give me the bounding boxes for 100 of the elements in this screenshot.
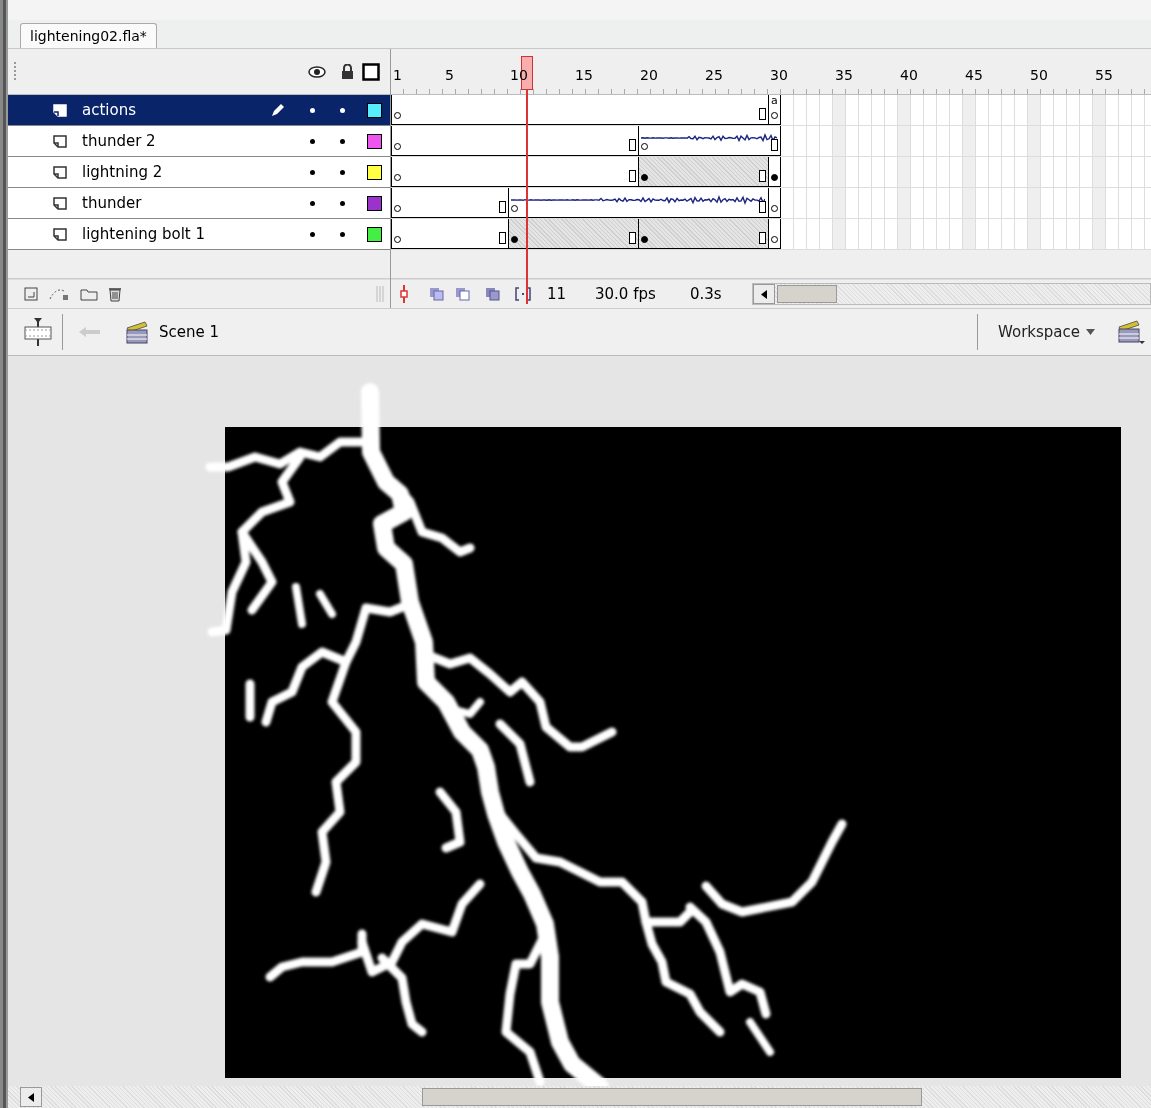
frame-span[interactable] bbox=[768, 188, 781, 218]
keyframe-icon bbox=[511, 236, 518, 243]
end-frame-icon bbox=[629, 139, 636, 151]
layer-color-swatch[interactable] bbox=[367, 133, 382, 149]
document-tab[interactable]: lightening02.fla* bbox=[20, 23, 157, 48]
frame-row[interactable] bbox=[391, 219, 1151, 250]
frame-row[interactable]: a bbox=[391, 95, 1151, 126]
frame-row[interactable] bbox=[391, 126, 1151, 157]
layer-icon bbox=[53, 196, 67, 210]
visible-dot[interactable] bbox=[309, 231, 315, 237]
frame-number: 50 bbox=[1029, 65, 1049, 83]
scroll-left-button[interactable] bbox=[20, 1087, 42, 1107]
trash-icon[interactable] bbox=[108, 286, 122, 302]
outline-icon[interactable] bbox=[362, 62, 380, 81]
edit-multiple-icon[interactable] bbox=[485, 287, 501, 301]
frame-span[interactable] bbox=[391, 157, 638, 187]
layer-icon bbox=[53, 227, 67, 241]
end-frame-icon bbox=[629, 232, 636, 244]
center-frame-icon[interactable] bbox=[399, 285, 409, 303]
onion-skin-icon[interactable] bbox=[429, 287, 445, 301]
visible-dot[interactable] bbox=[309, 107, 315, 113]
left-arrow-icon bbox=[28, 1092, 34, 1102]
lock-dot[interactable] bbox=[339, 231, 345, 237]
visible-dot[interactable] bbox=[309, 200, 315, 206]
layer-name: lightning 2 bbox=[82, 163, 164, 181]
frame-span[interactable]: a bbox=[768, 95, 781, 125]
frame-span[interactable] bbox=[638, 157, 768, 187]
lock-icon[interactable] bbox=[340, 64, 354, 79]
frame-row[interactable] bbox=[391, 188, 1151, 219]
scene-menu-icon[interactable] bbox=[1115, 319, 1145, 345]
keyframe-icon bbox=[394, 112, 401, 119]
folder-icon[interactable] bbox=[80, 287, 98, 301]
frame-row[interactable] bbox=[391, 157, 1151, 188]
layer-row[interactable]: thunder 2 bbox=[8, 126, 390, 157]
frame-number: 55 bbox=[1094, 65, 1114, 83]
scene-name[interactable]: Scene 1 bbox=[159, 323, 220, 341]
lock-dot[interactable] bbox=[339, 138, 345, 144]
keyframe-icon bbox=[394, 236, 401, 243]
left-arrow-icon bbox=[761, 289, 767, 299]
frame-span[interactable] bbox=[638, 126, 781, 156]
frame-number: 45 bbox=[964, 65, 984, 83]
end-frame-icon bbox=[759, 201, 766, 213]
end-frame-icon bbox=[759, 108, 766, 120]
frame-span[interactable] bbox=[391, 219, 508, 249]
eye-icon[interactable] bbox=[308, 65, 326, 78]
stage-scroll-thumb[interactable] bbox=[422, 1088, 922, 1106]
timeline-toggle-icon[interactable] bbox=[24, 317, 52, 347]
clapperboard-icon[interactable] bbox=[125, 320, 149, 344]
layer-row[interactable]: thunder bbox=[8, 188, 390, 219]
end-frame-icon bbox=[629, 170, 636, 182]
gripper-icon[interactable] bbox=[14, 61, 18, 82]
frame-number: 30 bbox=[769, 65, 789, 83]
end-frame-icon bbox=[771, 139, 778, 151]
elapsed-time: 0.3s bbox=[690, 285, 723, 303]
layer-row[interactable]: lightening bolt 1 bbox=[8, 219, 390, 250]
frame-number: 5 bbox=[444, 65, 455, 83]
layer-icon bbox=[53, 103, 67, 117]
layer-row[interactable]: lightning 2 bbox=[8, 157, 390, 188]
keyframe-icon bbox=[641, 174, 648, 181]
layer-color-swatch[interactable] bbox=[367, 226, 382, 242]
lock-dot[interactable] bbox=[339, 107, 345, 113]
keyframe-icon bbox=[394, 205, 401, 212]
resize-handle-icon[interactable] bbox=[376, 286, 384, 302]
layer-row[interactable]: actions bbox=[8, 95, 390, 126]
layer-name: lightening bolt 1 bbox=[82, 225, 206, 243]
onion-outline-icon[interactable] bbox=[455, 287, 471, 301]
visible-dot[interactable] bbox=[309, 138, 315, 144]
keyframe-icon bbox=[394, 143, 401, 150]
frame-span[interactable] bbox=[768, 219, 781, 249]
workspace-menu[interactable]: Workspace bbox=[988, 323, 1105, 341]
layer-color-swatch[interactable] bbox=[367, 164, 382, 180]
visible-dot[interactable] bbox=[309, 169, 315, 175]
new-layer-icon[interactable] bbox=[24, 287, 38, 301]
action-marker: a bbox=[771, 95, 778, 107]
frame-span[interactable] bbox=[508, 188, 768, 218]
lock-dot[interactable] bbox=[339, 200, 345, 206]
frame-number: 1 bbox=[392, 65, 403, 83]
frame-span[interactable] bbox=[391, 95, 768, 125]
lock-dot[interactable] bbox=[339, 169, 345, 175]
frame-span[interactable] bbox=[391, 126, 638, 156]
keyframe-icon bbox=[641, 143, 648, 150]
layer-color-swatch[interactable] bbox=[367, 102, 382, 118]
frame-span[interactable] bbox=[508, 219, 638, 249]
layer-name: thunder 2 bbox=[82, 132, 157, 150]
scroll-left-button[interactable] bbox=[753, 284, 775, 304]
frame-number: 25 bbox=[704, 65, 724, 83]
timeline-scrollbar[interactable] bbox=[752, 283, 1151, 305]
scroll-thumb[interactable] bbox=[777, 285, 837, 303]
frame-span[interactable] bbox=[638, 219, 768, 249]
keyframe-icon bbox=[394, 174, 401, 181]
layer-icon bbox=[53, 165, 67, 179]
end-frame-icon bbox=[499, 201, 506, 213]
end-frame-icon bbox=[759, 232, 766, 244]
layer-color-swatch[interactable] bbox=[367, 195, 382, 211]
keyframe-icon bbox=[771, 112, 778, 119]
motion-guide-icon[interactable] bbox=[48, 287, 70, 301]
modify-markers-icon[interactable] bbox=[515, 286, 531, 302]
keyframe-icon bbox=[511, 205, 518, 212]
frame-span[interactable] bbox=[768, 157, 781, 187]
frame-span[interactable] bbox=[391, 188, 508, 218]
